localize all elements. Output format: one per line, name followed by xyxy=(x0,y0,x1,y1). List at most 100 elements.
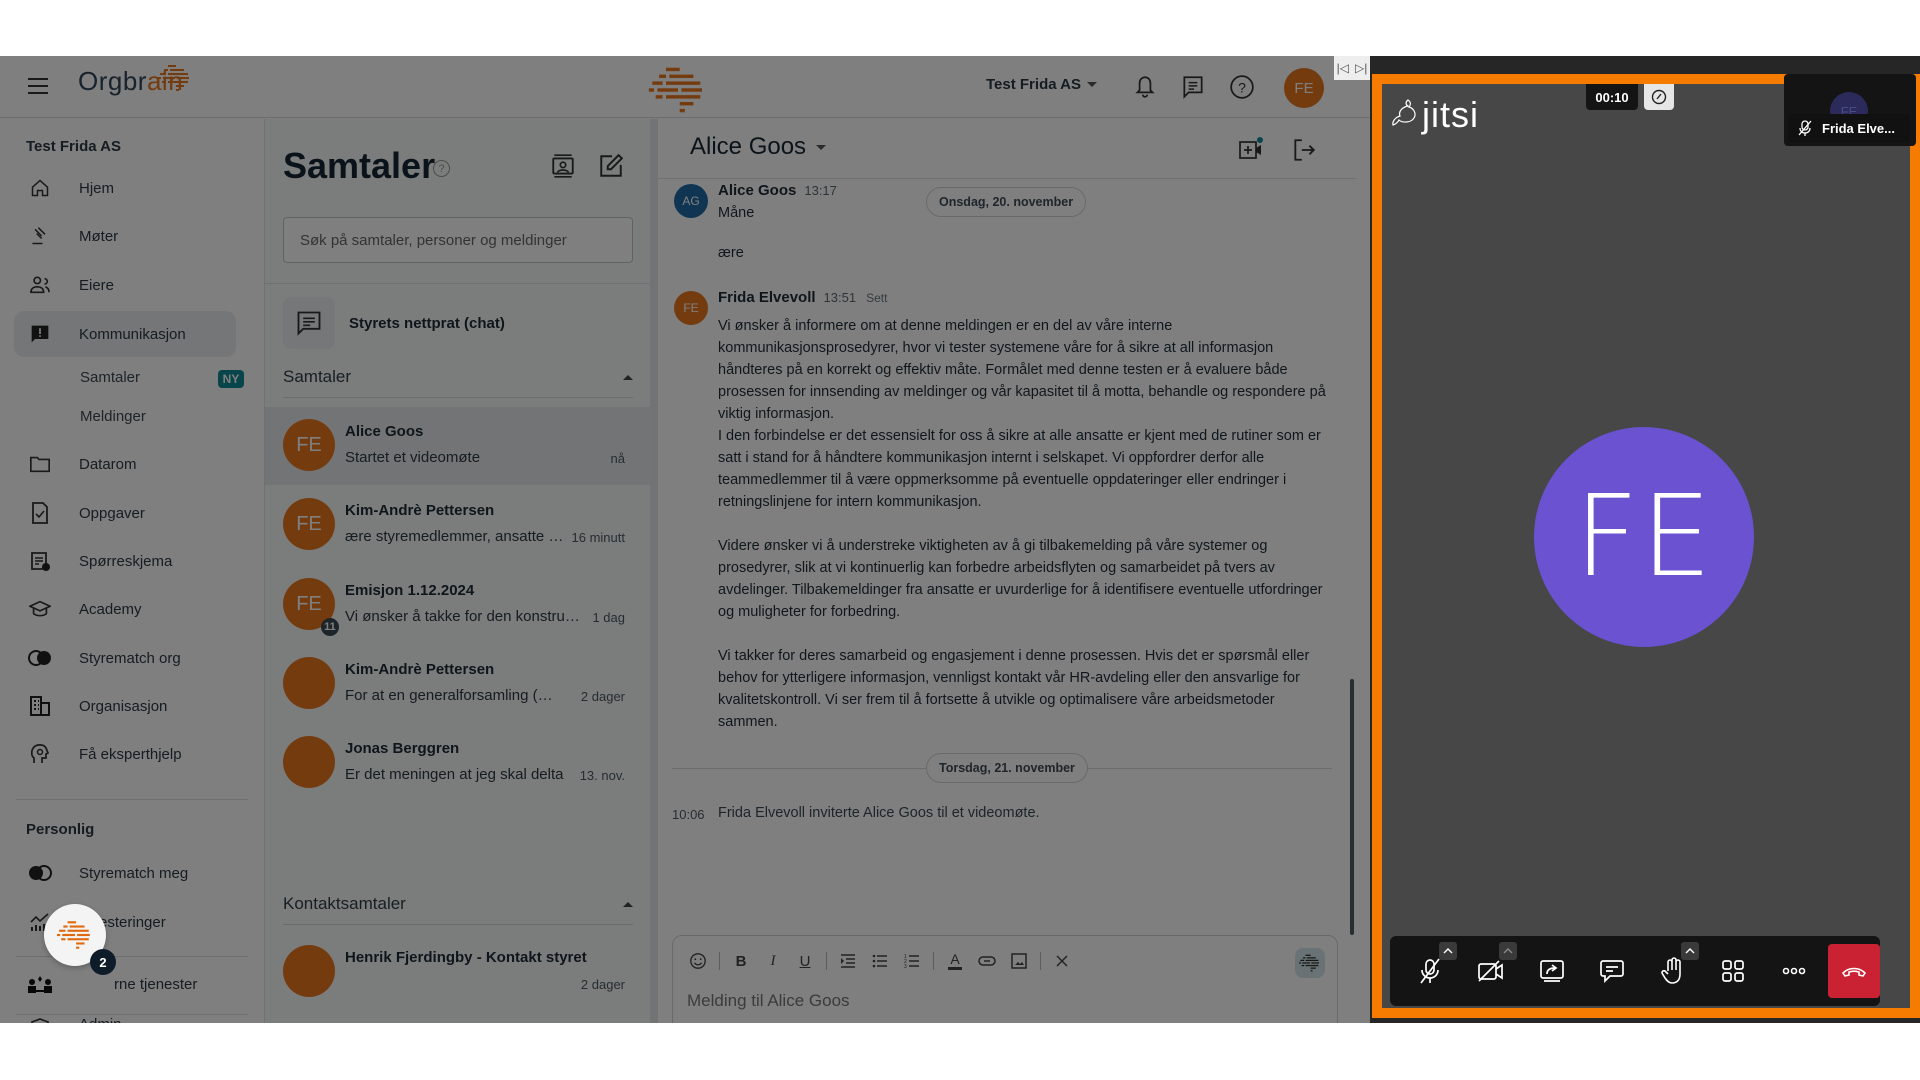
contact-conversations-group-header[interactable]: Kontaktsamtaler xyxy=(283,894,633,925)
date-separator: Torsdag, 21. november xyxy=(926,753,1088,783)
conversation-time: nå xyxy=(610,451,625,466)
chat-title-dropdown[interactable]: Alice Goos xyxy=(690,133,827,161)
sidebar-item-eksterne-tjenester[interactable]: rne tjenester xyxy=(14,961,236,1007)
conversations-group-header[interactable]: Samtaler xyxy=(283,367,633,398)
organization-selector[interactable]: Test Frida AS xyxy=(986,76,1098,93)
contact-card-icon[interactable] xyxy=(550,153,576,179)
event-time: 10:06 xyxy=(672,807,705,822)
start-video-meeting-icon[interactable] xyxy=(1238,137,1264,163)
message-scrollbar[interactable] xyxy=(1350,679,1354,935)
avatar: AG xyxy=(674,184,708,218)
contact-conversation-item[interactable]: Henrik Fjerdingby - Kontakt styret 2 dag… xyxy=(265,933,650,1011)
sidebar-item-styrematch-meg[interactable]: Styrematch meg xyxy=(14,850,236,896)
toggle-camera-button[interactable] xyxy=(1461,936,1522,1006)
hang-up-icon xyxy=(1842,967,1867,977)
sidebar-item-label: Organisasjon xyxy=(79,697,168,715)
sidebar-item-moter[interactable]: Møter xyxy=(14,213,236,259)
conversation-item[interactable]: Kim-Andrè Pettersen For at en generalfor… xyxy=(265,645,650,723)
sidebar-item-oppgaver[interactable]: Oppgaver xyxy=(14,490,236,536)
microphone-muted-icon xyxy=(1420,958,1440,984)
italic-icon[interactable]: I xyxy=(762,950,784,972)
sidebar-item-label: Oppgaver xyxy=(79,504,145,522)
collapse-left-icon[interactable]: |◁ xyxy=(1337,61,1349,75)
sidebar-subitem-meldinger[interactable]: Meldinger xyxy=(80,408,146,425)
brain-logo-icon xyxy=(158,65,189,91)
message-input[interactable] xyxy=(687,986,1287,1016)
pane-resize-divider[interactable] xyxy=(650,119,658,1023)
clear-format-icon[interactable] xyxy=(1051,950,1073,972)
audio-settings-chevron-icon[interactable] xyxy=(1438,942,1457,960)
help-circle-icon[interactable]: ? xyxy=(433,160,450,177)
tile-view-button[interactable] xyxy=(1703,936,1764,1006)
sidebar-item-label: Datarom xyxy=(79,455,137,473)
board-chat-item[interactable]: Styrets nettprat (chat) xyxy=(283,297,633,349)
conversation-preview: ære styremedlemmer, ansatte og aksjonære… xyxy=(345,528,565,545)
text-color-icon[interactable]: A xyxy=(944,950,966,972)
link-icon[interactable] xyxy=(976,950,998,972)
toggle-microphone-button[interactable] xyxy=(1400,936,1461,1006)
image-icon[interactable] xyxy=(1008,950,1030,972)
help-icon[interactable]: ? xyxy=(1229,74,1255,100)
hamburger-menu-icon[interactable] xyxy=(28,78,48,94)
notification-count-badge: 2 xyxy=(90,949,116,975)
message-text: ære xyxy=(718,245,744,261)
share-screen-button[interactable] xyxy=(1521,936,1582,1006)
leave-meeting-button[interactable] xyxy=(1828,944,1881,998)
sidebar-item-academy[interactable]: Academy xyxy=(14,586,236,632)
leave-conversation-icon[interactable] xyxy=(1291,137,1317,163)
sidebar-item-admin[interactable]: Admin xyxy=(14,1016,236,1023)
sidebar-item-label: Eiere xyxy=(79,276,115,294)
sidebar-personal-heading: Personlig xyxy=(26,821,95,838)
more-options-button[interactable] xyxy=(1764,936,1825,1006)
conversation-item[interactable]: FE 11 Emisjon 1.12.2024 Vi ønsker å takk… xyxy=(265,566,650,644)
conversation-time: 1 dag xyxy=(592,610,625,625)
video-settings-chevron-icon[interactable] xyxy=(1499,942,1518,960)
styrematch-icon xyxy=(28,646,52,670)
indent-icon[interactable] xyxy=(837,950,859,972)
raise-hand-button[interactable] xyxy=(1643,936,1704,1006)
conversation-item[interactable]: FE Alice Goos Startet et videomøte nå xyxy=(265,407,650,485)
conversation-item[interactable]: FE Kim-Andrè Pettersen ære styremedlemme… xyxy=(265,486,650,564)
participant-name: Frida Elve... xyxy=(1822,120,1895,136)
conversation-item[interactable]: Jonas Berggren Er det meningen at jeg sk… xyxy=(265,724,650,802)
user-avatar[interactable]: FE xyxy=(1284,68,1324,108)
sidebar-item-styrematch-org[interactable]: Styrematch org xyxy=(14,635,236,681)
sidebar-item-sporreskjema[interactable]: Spørreskjema xyxy=(14,538,236,584)
participant-thumbnail[interactable]: FE Frida Elve... xyxy=(1784,74,1916,146)
message-sender: Frida Elvevoll 13:51 Sett xyxy=(718,289,887,306)
ai-assistant-button[interactable] xyxy=(1295,948,1325,978)
sidebar-item-kommunikasjon[interactable]: Kommunikasjon xyxy=(14,311,236,357)
bell-icon[interactable] xyxy=(1132,74,1158,100)
sidebar-item-organisasjon[interactable]: Organisasjon xyxy=(14,683,236,729)
emoji-icon[interactable] xyxy=(687,950,709,972)
event-text: Frida Elvevoll inviterte Alice Goos til … xyxy=(718,805,1040,821)
bold-icon[interactable]: B xyxy=(730,950,752,972)
reactions-chevron-icon[interactable] xyxy=(1681,942,1700,960)
performance-gauge-icon[interactable] xyxy=(1644,84,1674,110)
open-chat-button[interactable] xyxy=(1582,936,1643,1006)
avatar-photo xyxy=(283,657,335,709)
sidebar-item-label: Academy xyxy=(79,600,142,618)
camera-off-icon xyxy=(1478,960,1503,982)
bullet-list-icon[interactable] xyxy=(869,950,891,972)
sidebar-item-label: Spørreskjema xyxy=(79,552,173,570)
sidebar-subitem-samtaler[interactable]: Samtaler xyxy=(80,369,140,386)
message-paragraph: Vi takker for deres samarbeid og engasje… xyxy=(718,648,1310,730)
sidebar-item-eksperthjelp[interactable]: Få eksperthjelp xyxy=(14,731,236,777)
new-conversation-icon[interactable] xyxy=(598,153,624,179)
conversation-preview: Vi ønsker å takke for den konstruktive xyxy=(345,608,583,625)
jitsi-mascot-icon xyxy=(1392,99,1416,126)
numbered-list-icon[interactable]: 123 xyxy=(901,950,923,972)
sidebar-item-eiere[interactable]: Eiere xyxy=(14,262,236,308)
expand-right-icon[interactable]: ▷| xyxy=(1355,61,1367,75)
sidebar-item-hjem[interactable]: Hjem xyxy=(14,165,236,211)
conversation-list-panel: Samtaler ? Styrets nettprat (chat) Samta… xyxy=(265,119,650,1023)
conversation-search-input[interactable] xyxy=(283,217,633,263)
svg-text:3: 3 xyxy=(904,964,907,969)
more-horizontal-icon xyxy=(1782,967,1806,975)
panel-collapse-controls: |◁ ▷| xyxy=(1334,56,1370,80)
underline-icon[interactable]: U xyxy=(794,950,816,972)
sidebar-item-datarom[interactable]: Datarom xyxy=(14,441,236,487)
top-bar: Orgbrain Test Frida AS ? FE xyxy=(0,56,1370,118)
messages-icon[interactable] xyxy=(1180,74,1206,100)
